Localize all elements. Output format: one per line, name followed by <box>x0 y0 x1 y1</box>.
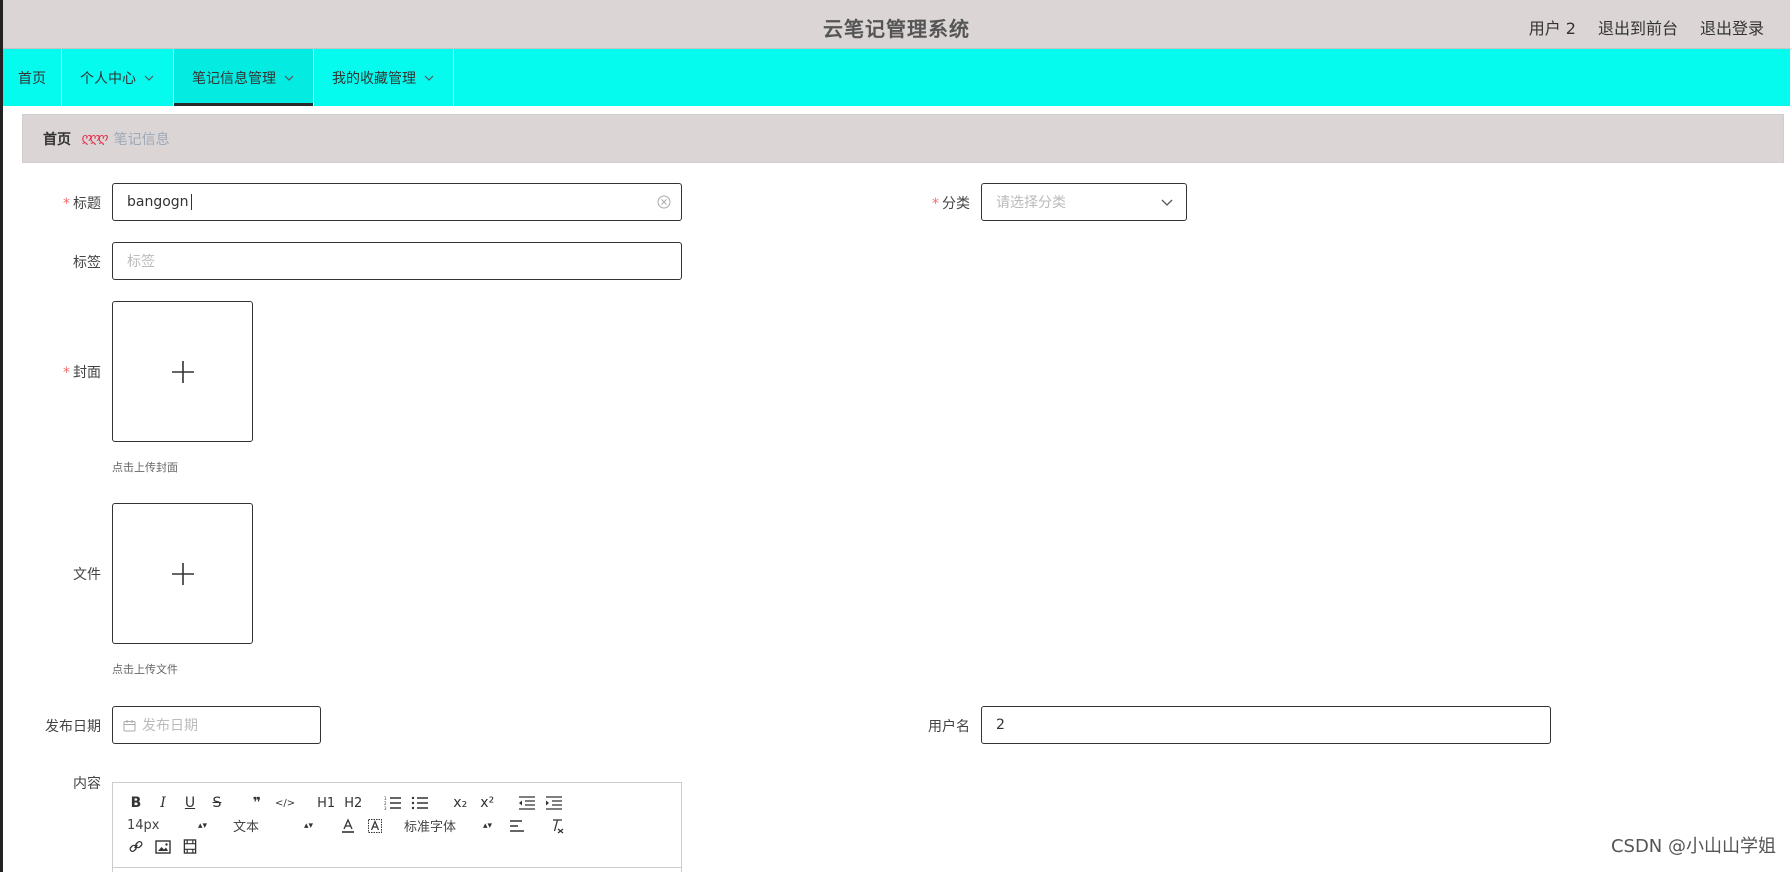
required-mark: * <box>63 196 70 212</box>
align-left-icon[interactable] <box>508 819 526 833</box>
ordered-list-icon[interactable]: 123 <box>384 796 402 810</box>
title-input[interactable]: bangogn <box>112 183 682 221</box>
nav-item-label: 首页 <box>18 70 46 87</box>
tag-label: 标签 <box>21 252 101 272</box>
updown-arrows-icon: ▴▾ <box>197 820 207 831</box>
file-label-text: 文件 <box>73 567 101 583</box>
cover-upload-hint: 点击上传封面 <box>112 461 178 474</box>
breadcrumb-current: 笔记信息 <box>113 131 170 148</box>
file-label: 文件 <box>21 564 101 584</box>
chevron-down-icon <box>144 75 154 81</box>
publish-date-placeholder: 发布日期 <box>142 718 198 734</box>
nav-item-label: 个人中心 <box>80 70 136 87</box>
nav-item-personal-center[interactable]: 个人中心 <box>62 49 174 106</box>
nav-item-label: 笔记信息管理 <box>192 70 276 87</box>
chevron-down-icon <box>284 75 294 81</box>
required-mark: * <box>932 196 939 212</box>
title-input-value: bangogn <box>127 194 189 210</box>
nav-item-favorites-management[interactable]: 我的收藏管理 <box>314 49 454 106</box>
file-upload-hint: 点击上传文件 <box>112 663 178 676</box>
logout-link[interactable]: 退出登录 <box>1700 15 1764 39</box>
nav-item-note-management[interactable]: 笔记信息管理 <box>174 49 314 106</box>
underline-button[interactable]: U <box>181 794 199 812</box>
tag-label-text: 标签 <box>73 255 101 271</box>
rich-text-editor[interactable]: B I U S ❞ </> H1 H2 123 x₂ x² 14px ▴▾ 文本 ▴… <box>112 782 682 872</box>
title-label-text: 标题 <box>73 196 101 212</box>
bullet-list-icon[interactable] <box>411 796 429 810</box>
breadcrumb: 首页 ღღღ 笔记信息 <box>22 114 1784 163</box>
chevron-down-icon <box>1161 199 1173 206</box>
editor-toolbar-row-1: B I U S ❞ </> H1 H2 123 x₂ x² <box>127 794 572 812</box>
link-icon[interactable] <box>127 839 145 854</box>
text-cursor <box>190 194 192 210</box>
tag-input[interactable]: 标签 <box>112 242 682 280</box>
username-label-text: 用户名 <box>928 719 970 735</box>
back-to-front-link[interactable]: 退出到前台 <box>1598 15 1678 39</box>
file-upload-button[interactable] <box>112 503 253 644</box>
username-input-value: 2 <box>996 717 1005 733</box>
outdent-icon[interactable] <box>518 796 536 810</box>
subscript-button[interactable]: x₂ <box>451 794 469 812</box>
background-color-icon[interactable] <box>366 818 384 834</box>
username-input[interactable]: 2 <box>981 706 1551 744</box>
editor-toolbar-row-3 <box>127 839 208 854</box>
breadcrumb-home[interactable]: 首页 <box>43 129 71 149</box>
bold-button[interactable]: B <box>127 794 145 812</box>
top-header: 云笔记管理系统 用户 2 退出到前台 退出登录 <box>3 0 1790 49</box>
font-family-value: 标准字体 <box>404 820 457 835</box>
strike-button[interactable]: S <box>208 794 226 812</box>
breadcrumb-separator: ღღღ <box>81 131 108 146</box>
svg-text:3: 3 <box>384 806 387 810</box>
csdn-watermark: CSDN @小山山学姐 <box>1610 836 1776 857</box>
category-select[interactable]: 请选择分类 <box>981 183 1187 221</box>
editor-toolbar-row-2: 14px ▴▾ 文本 ▴▾ 标准字体 ▴▾ <box>127 816 575 835</box>
cover-upload-button[interactable] <box>112 301 253 442</box>
font-family-select[interactable]: 标准字体 ▴▾ <box>404 816 492 835</box>
clear-icon[interactable] <box>657 195 671 209</box>
username-label: 用户名 <box>890 716 970 736</box>
current-user-link[interactable]: 用户 2 <box>1529 15 1576 39</box>
superscript-button[interactable]: x² <box>478 794 496 812</box>
category-select-placeholder: 请选择分类 <box>996 195 1066 211</box>
cover-label: * 封面 <box>21 362 101 382</box>
header-1-button[interactable]: H1 <box>317 794 335 812</box>
nav-item-label: 我的收藏管理 <box>332 70 416 87</box>
text-color-icon[interactable] <box>339 817 357 834</box>
plus-icon <box>171 360 194 383</box>
header-type-value: 文本 <box>233 820 260 835</box>
page: 云笔记管理系统 用户 2 退出到前台 退出登录 首页 个人中心 笔记信息管理 我… <box>0 0 1790 872</box>
font-size-select[interactable]: 14px ▴▾ <box>127 818 207 833</box>
main-nav: 首页 个人中心 笔记信息管理 我的收藏管理 <box>3 49 1790 106</box>
app-title: 云笔记管理系统 <box>823 17 970 41</box>
nav-item-home[interactable]: 首页 <box>3 49 62 106</box>
header-2-button[interactable]: H2 <box>344 794 362 812</box>
italic-button[interactable]: I <box>154 794 172 812</box>
updown-arrows-icon: ▴▾ <box>303 820 313 831</box>
code-block-button[interactable]: </> <box>275 794 295 812</box>
publish-date-label: 发布日期 <box>21 716 101 736</box>
publish-date-picker[interactable]: 发布日期 <box>112 706 321 744</box>
required-mark: * <box>63 365 70 381</box>
image-icon[interactable] <box>154 839 172 854</box>
header-actions: 用户 2 退出到前台 退出登录 <box>1529 15 1764 39</box>
content-label: 内容 <box>21 773 101 793</box>
title-label: * 标题 <box>21 193 101 213</box>
category-label-text: 分类 <box>942 196 970 212</box>
plus-icon <box>171 562 194 585</box>
category-label: * 分类 <box>890 193 970 213</box>
updown-arrows-icon: ▴▾ <box>482 820 492 831</box>
editor-divider <box>113 867 681 868</box>
chevron-down-icon <box>424 75 434 81</box>
font-size-value: 14px <box>127 818 160 833</box>
clear-format-icon[interactable] <box>548 818 566 834</box>
calendar-icon <box>123 719 136 731</box>
tag-input-placeholder: 标签 <box>127 254 155 270</box>
cover-label-text: 封面 <box>73 365 101 381</box>
header-type-select[interactable]: 文本 ▴▾ <box>233 816 313 835</box>
indent-icon[interactable] <box>545 796 563 810</box>
publish-date-label-text: 发布日期 <box>45 719 101 735</box>
content-label-text: 内容 <box>73 776 101 792</box>
blockquote-button[interactable]: ❞ <box>248 794 266 812</box>
video-icon[interactable] <box>181 839 199 854</box>
